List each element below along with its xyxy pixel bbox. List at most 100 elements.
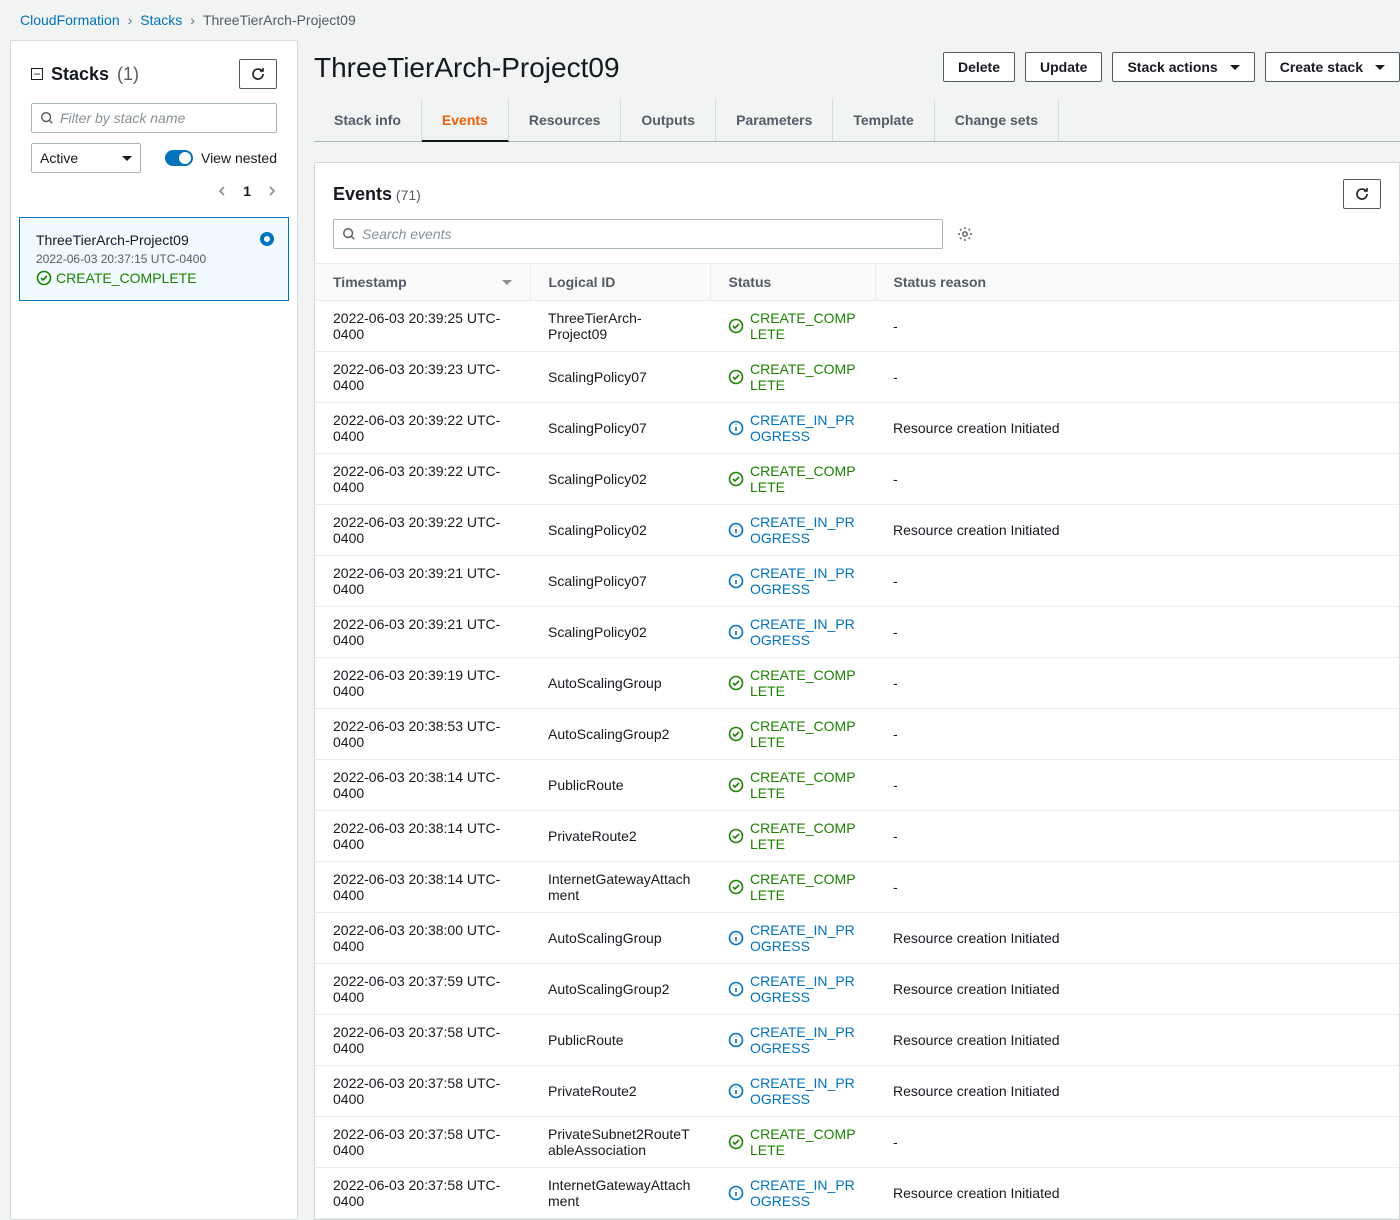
gear-icon[interactable]	[957, 226, 973, 242]
chevron-right-icon: ›	[128, 12, 133, 28]
cell-status: CREATE_IN_PROGRESS	[710, 913, 875, 964]
page-title: ThreeTierArch-Project09	[314, 52, 620, 84]
cell-status: CREATE_COMPLETE	[710, 301, 875, 352]
cell-status-reason: Resource creation Initiated	[875, 1168, 1399, 1219]
cell-status-reason: -	[875, 862, 1399, 913]
cell-timestamp: 2022-06-03 20:37:58 UTC-0400	[315, 1066, 530, 1117]
tabs: Stack info Events Resources Outputs Para…	[314, 100, 1400, 142]
cell-logical-id: PublicRoute	[530, 1015, 710, 1066]
info-circle-icon	[728, 522, 744, 538]
check-circle-icon	[36, 270, 52, 286]
cell-status: CREATE_IN_PROGRESS	[710, 964, 875, 1015]
stack-status-value: Active	[40, 150, 78, 166]
sidebar-pager: 1	[11, 183, 297, 209]
cell-logical-id: ScalingPolicy07	[530, 556, 710, 607]
cell-status: CREATE_IN_PROGRESS	[710, 607, 875, 658]
tab-stack-info[interactable]: Stack info	[314, 100, 422, 141]
events-table: Timestamp Logical ID Status Status reaso…	[315, 263, 1399, 1219]
cell-logical-id: InternetGatewayAttachment	[530, 1168, 710, 1219]
create-stack-label: Create stack	[1280, 59, 1363, 75]
status-text: CREATE_COMPLETE	[750, 463, 857, 495]
status-text: CREATE_COMPLETE	[750, 310, 857, 342]
cell-logical-id: AutoScalingGroup2	[530, 709, 710, 760]
status-text: CREATE_IN_PROGRESS	[750, 1024, 857, 1056]
events-search-input[interactable]	[362, 226, 934, 242]
tab-parameters[interactable]: Parameters	[716, 100, 833, 141]
info-circle-icon	[728, 1185, 744, 1201]
table-row: 2022-06-03 20:38:14 UTC-0400PublicRouteC…	[315, 760, 1399, 811]
status-text: CREATE_COMPLETE	[750, 667, 857, 699]
cell-status-reason: -	[875, 811, 1399, 862]
cell-status: CREATE_COMPLETE	[710, 760, 875, 811]
stack-filter-input[interactable]	[60, 110, 268, 126]
cell-status-reason: Resource creation Initiated	[875, 964, 1399, 1015]
stack-list-item[interactable]: ThreeTierArch-Project09 2022-06-03 20:37…	[19, 217, 289, 301]
table-row: 2022-06-03 20:39:25 UTC-0400ThreeTierArc…	[315, 301, 1399, 352]
cell-timestamp: 2022-06-03 20:39:22 UTC-0400	[315, 505, 530, 556]
info-circle-icon	[728, 1083, 744, 1099]
check-circle-icon	[728, 471, 744, 487]
col-status[interactable]: Status	[710, 264, 875, 301]
refresh-stacks-button[interactable]	[239, 59, 277, 89]
view-nested-label: View nested	[201, 150, 277, 166]
status-text: CREATE_COMPLETE	[750, 718, 857, 750]
table-row: 2022-06-03 20:38:00 UTC-0400AutoScalingG…	[315, 913, 1399, 964]
cell-status-reason: -	[875, 709, 1399, 760]
stack-filter-input-wrap[interactable]	[31, 103, 277, 133]
stack-item-time: 2022-06-03 20:37:15 UTC-0400	[36, 252, 272, 266]
collapse-icon[interactable]: −	[31, 68, 43, 80]
breadcrumb-root[interactable]: CloudFormation	[20, 12, 120, 28]
info-circle-icon	[728, 930, 744, 946]
status-text: CREATE_COMPLETE	[750, 1126, 857, 1158]
chevron-right-icon[interactable]	[267, 186, 277, 196]
table-row: 2022-06-03 20:37:58 UTC-0400PrivateSubne…	[315, 1117, 1399, 1168]
chevron-left-icon[interactable]	[217, 186, 227, 196]
cell-logical-id: AutoScalingGroup2	[530, 964, 710, 1015]
cell-status: CREATE_COMPLETE	[710, 709, 875, 760]
table-row: 2022-06-03 20:38:14 UTC-0400PrivateRoute…	[315, 811, 1399, 862]
update-button[interactable]: Update	[1025, 52, 1102, 82]
cell-timestamp: 2022-06-03 20:39:21 UTC-0400	[315, 556, 530, 607]
tab-outputs[interactable]: Outputs	[621, 100, 716, 141]
tab-template[interactable]: Template	[833, 100, 934, 141]
stack-actions-button[interactable]: Stack actions	[1112, 52, 1254, 82]
cell-timestamp: 2022-06-03 20:37:58 UTC-0400	[315, 1168, 530, 1219]
cell-status-reason: -	[875, 301, 1399, 352]
tab-change-sets[interactable]: Change sets	[935, 100, 1059, 141]
create-stack-button[interactable]: Create stack	[1265, 52, 1400, 82]
status-text: CREATE_IN_PROGRESS	[750, 514, 857, 546]
cell-status-reason: Resource creation Initiated	[875, 505, 1399, 556]
events-search-wrap[interactable]	[333, 219, 943, 249]
tab-resources[interactable]: Resources	[509, 100, 622, 141]
cell-status: CREATE_IN_PROGRESS	[710, 1168, 875, 1219]
col-timestamp[interactable]: Timestamp	[315, 264, 530, 301]
cell-logical-id: ScalingPolicy07	[530, 352, 710, 403]
delete-button[interactable]: Delete	[943, 52, 1015, 82]
main-content: ThreeTierArch-Project09 Delete Update St…	[314, 40, 1400, 1220]
stack-item-name: ThreeTierArch-Project09	[36, 232, 272, 248]
status-text: CREATE_COMPLETE	[750, 871, 857, 903]
col-status-reason[interactable]: Status reason	[875, 264, 1399, 301]
refresh-events-button[interactable]	[1343, 179, 1381, 209]
status-text: CREATE_IN_PROGRESS	[750, 1075, 857, 1107]
tab-events[interactable]: Events	[422, 100, 509, 142]
cell-timestamp: 2022-06-03 20:38:14 UTC-0400	[315, 760, 530, 811]
info-circle-icon	[728, 981, 744, 997]
col-logical-id[interactable]: Logical ID	[530, 264, 710, 301]
stack-status-select[interactable]: Active	[31, 143, 141, 173]
table-row: 2022-06-03 20:37:58 UTC-0400PublicRouteC…	[315, 1015, 1399, 1066]
table-row: 2022-06-03 20:37:58 UTC-0400PrivateRoute…	[315, 1066, 1399, 1117]
breadcrumb-stacks[interactable]: Stacks	[140, 12, 182, 28]
cell-logical-id: AutoScalingGroup	[530, 913, 710, 964]
breadcrumb-current: ThreeTierArch-Project09	[203, 12, 356, 28]
table-row: 2022-06-03 20:39:23 UTC-0400ScalingPolic…	[315, 352, 1399, 403]
cell-status: CREATE_IN_PROGRESS	[710, 1015, 875, 1066]
cell-status: CREATE_IN_PROGRESS	[710, 403, 875, 454]
cell-logical-id: ScalingPolicy02	[530, 505, 710, 556]
view-nested-toggle[interactable]	[165, 150, 193, 166]
radio-selected-icon	[260, 232, 274, 246]
cell-status: CREATE_COMPLETE	[710, 862, 875, 913]
table-row: 2022-06-03 20:39:22 UTC-0400ScalingPolic…	[315, 403, 1399, 454]
table-row: 2022-06-03 20:39:22 UTC-0400ScalingPolic…	[315, 454, 1399, 505]
table-row: 2022-06-03 20:37:58 UTC-0400InternetGate…	[315, 1168, 1399, 1219]
